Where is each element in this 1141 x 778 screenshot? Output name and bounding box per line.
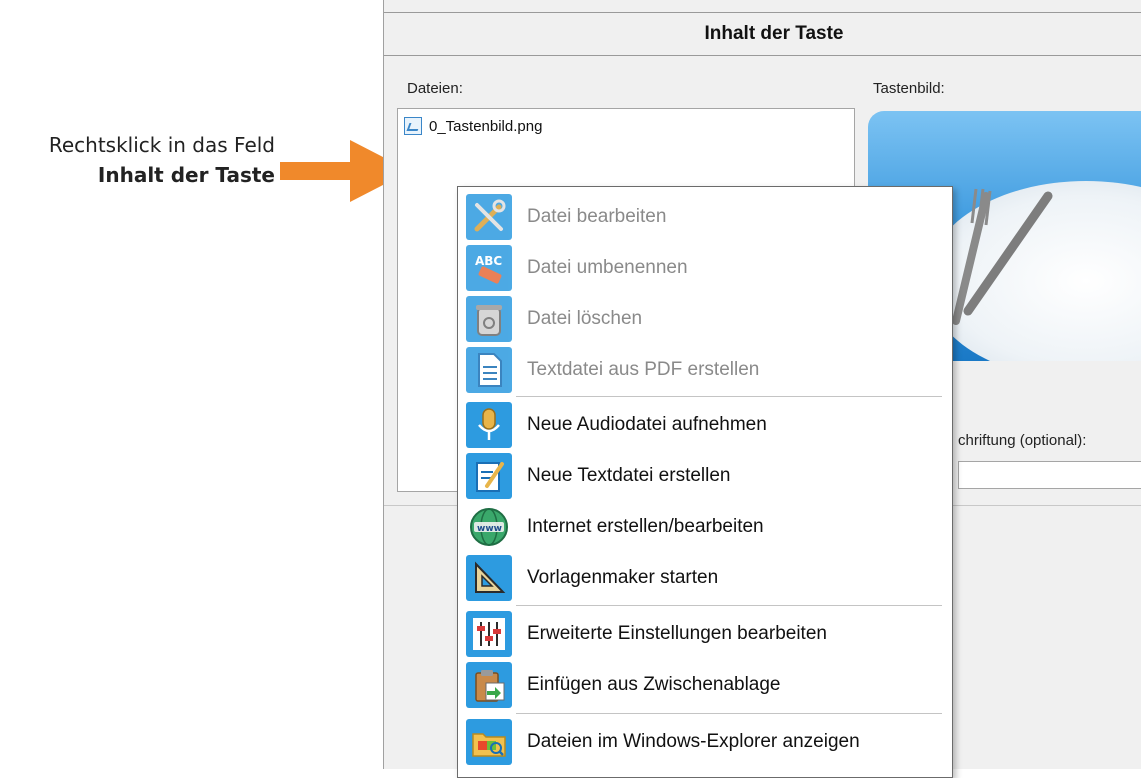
- svg-text:ABC: ABC: [475, 254, 502, 268]
- tools-icon: [466, 194, 512, 240]
- menu-item-label: Internet erstellen/bearbeiten: [527, 516, 764, 537]
- svg-text:www: www: [477, 524, 502, 534]
- menu-item-label: Dateien im Windows-Explorer anzeigen: [527, 731, 860, 752]
- file-list-item[interactable]: 0_Tastenbild.png: [404, 115, 542, 137]
- menu-separator: [516, 605, 942, 606]
- annotation-text: Rechtsklick in das Feld Inhalt der Taste: [49, 130, 275, 190]
- menu-item-internet[interactable]: www Internet erstellen/bearbeiten: [458, 502, 952, 552]
- caption-label: chriftung (optional):: [958, 432, 1087, 449]
- menu-item-rename-file[interactable]: ABC Datei umbenennen: [458, 243, 952, 293]
- menu-item-label: Datei bearbeiten: [527, 206, 667, 227]
- preview-label: Tastenbild:: [873, 80, 945, 97]
- www-globe-icon: www: [466, 504, 512, 550]
- caption-input[interactable]: [958, 461, 1141, 489]
- edit-note-icon: [466, 453, 512, 499]
- menu-item-template-maker[interactable]: Vorlagenmaker starten: [458, 553, 952, 603]
- menu-item-show-in-explorer[interactable]: Dateien im Windows-Explorer anzeigen: [458, 717, 952, 767]
- menu-item-edit-file[interactable]: Datei bearbeiten: [458, 192, 952, 242]
- menu-separator: [516, 713, 942, 714]
- explorer-folder-icon: [466, 719, 512, 765]
- image-file-icon: [404, 117, 422, 135]
- menu-item-label: Neue Audiodatei aufnehmen: [527, 414, 767, 435]
- menu-item-record-audio[interactable]: Neue Audiodatei aufnehmen: [458, 400, 952, 450]
- menu-separator: [516, 396, 942, 397]
- menu-item-new-text-file[interactable]: Neue Textdatei erstellen: [458, 451, 952, 501]
- panel-title: Inhalt der Taste: [384, 12, 1141, 56]
- menu-item-label: Neue Textdatei erstellen: [527, 465, 731, 486]
- context-menu: Datei bearbeiten ABC Datei umbenennen Da…: [457, 186, 953, 778]
- menu-item-text-from-pdf[interactable]: Textdatei aus PDF erstellen: [458, 345, 952, 395]
- menu-item-paste-clipboard[interactable]: Einfügen aus Zwischenablage: [458, 660, 952, 710]
- menu-item-label: Datei löschen: [527, 308, 643, 329]
- menu-item-label: Datei umbenennen: [527, 257, 688, 278]
- trash-icon: [466, 296, 512, 342]
- rename-abc-icon: ABC: [466, 245, 512, 291]
- template-ruler-icon: [466, 555, 512, 601]
- menu-item-advanced-settings[interactable]: Erweiterte Einstellungen bearbeiten: [458, 609, 952, 659]
- menu-item-label: Einfügen aus Zwischenablage: [527, 674, 781, 695]
- document-icon: [466, 347, 512, 393]
- annotation-line-1: Rechtsklick in das Feld: [48, 133, 275, 157]
- clipboard-paste-icon: [466, 662, 512, 708]
- microphone-icon: [466, 402, 512, 448]
- menu-item-label: Textdatei aus PDF erstellen: [527, 359, 760, 380]
- menu-item-delete-file[interactable]: Datei löschen: [458, 294, 952, 344]
- menu-item-label: Vorlagenmaker starten: [527, 567, 719, 588]
- menu-item-label: Erweiterte Einstellungen bearbeiten: [527, 623, 827, 644]
- sliders-icon: [466, 611, 512, 657]
- annotation-line-2: Inhalt der Taste: [97, 163, 275, 187]
- file-name: 0_Tastenbild.png: [429, 117, 543, 135]
- files-label: Dateien:: [407, 80, 463, 97]
